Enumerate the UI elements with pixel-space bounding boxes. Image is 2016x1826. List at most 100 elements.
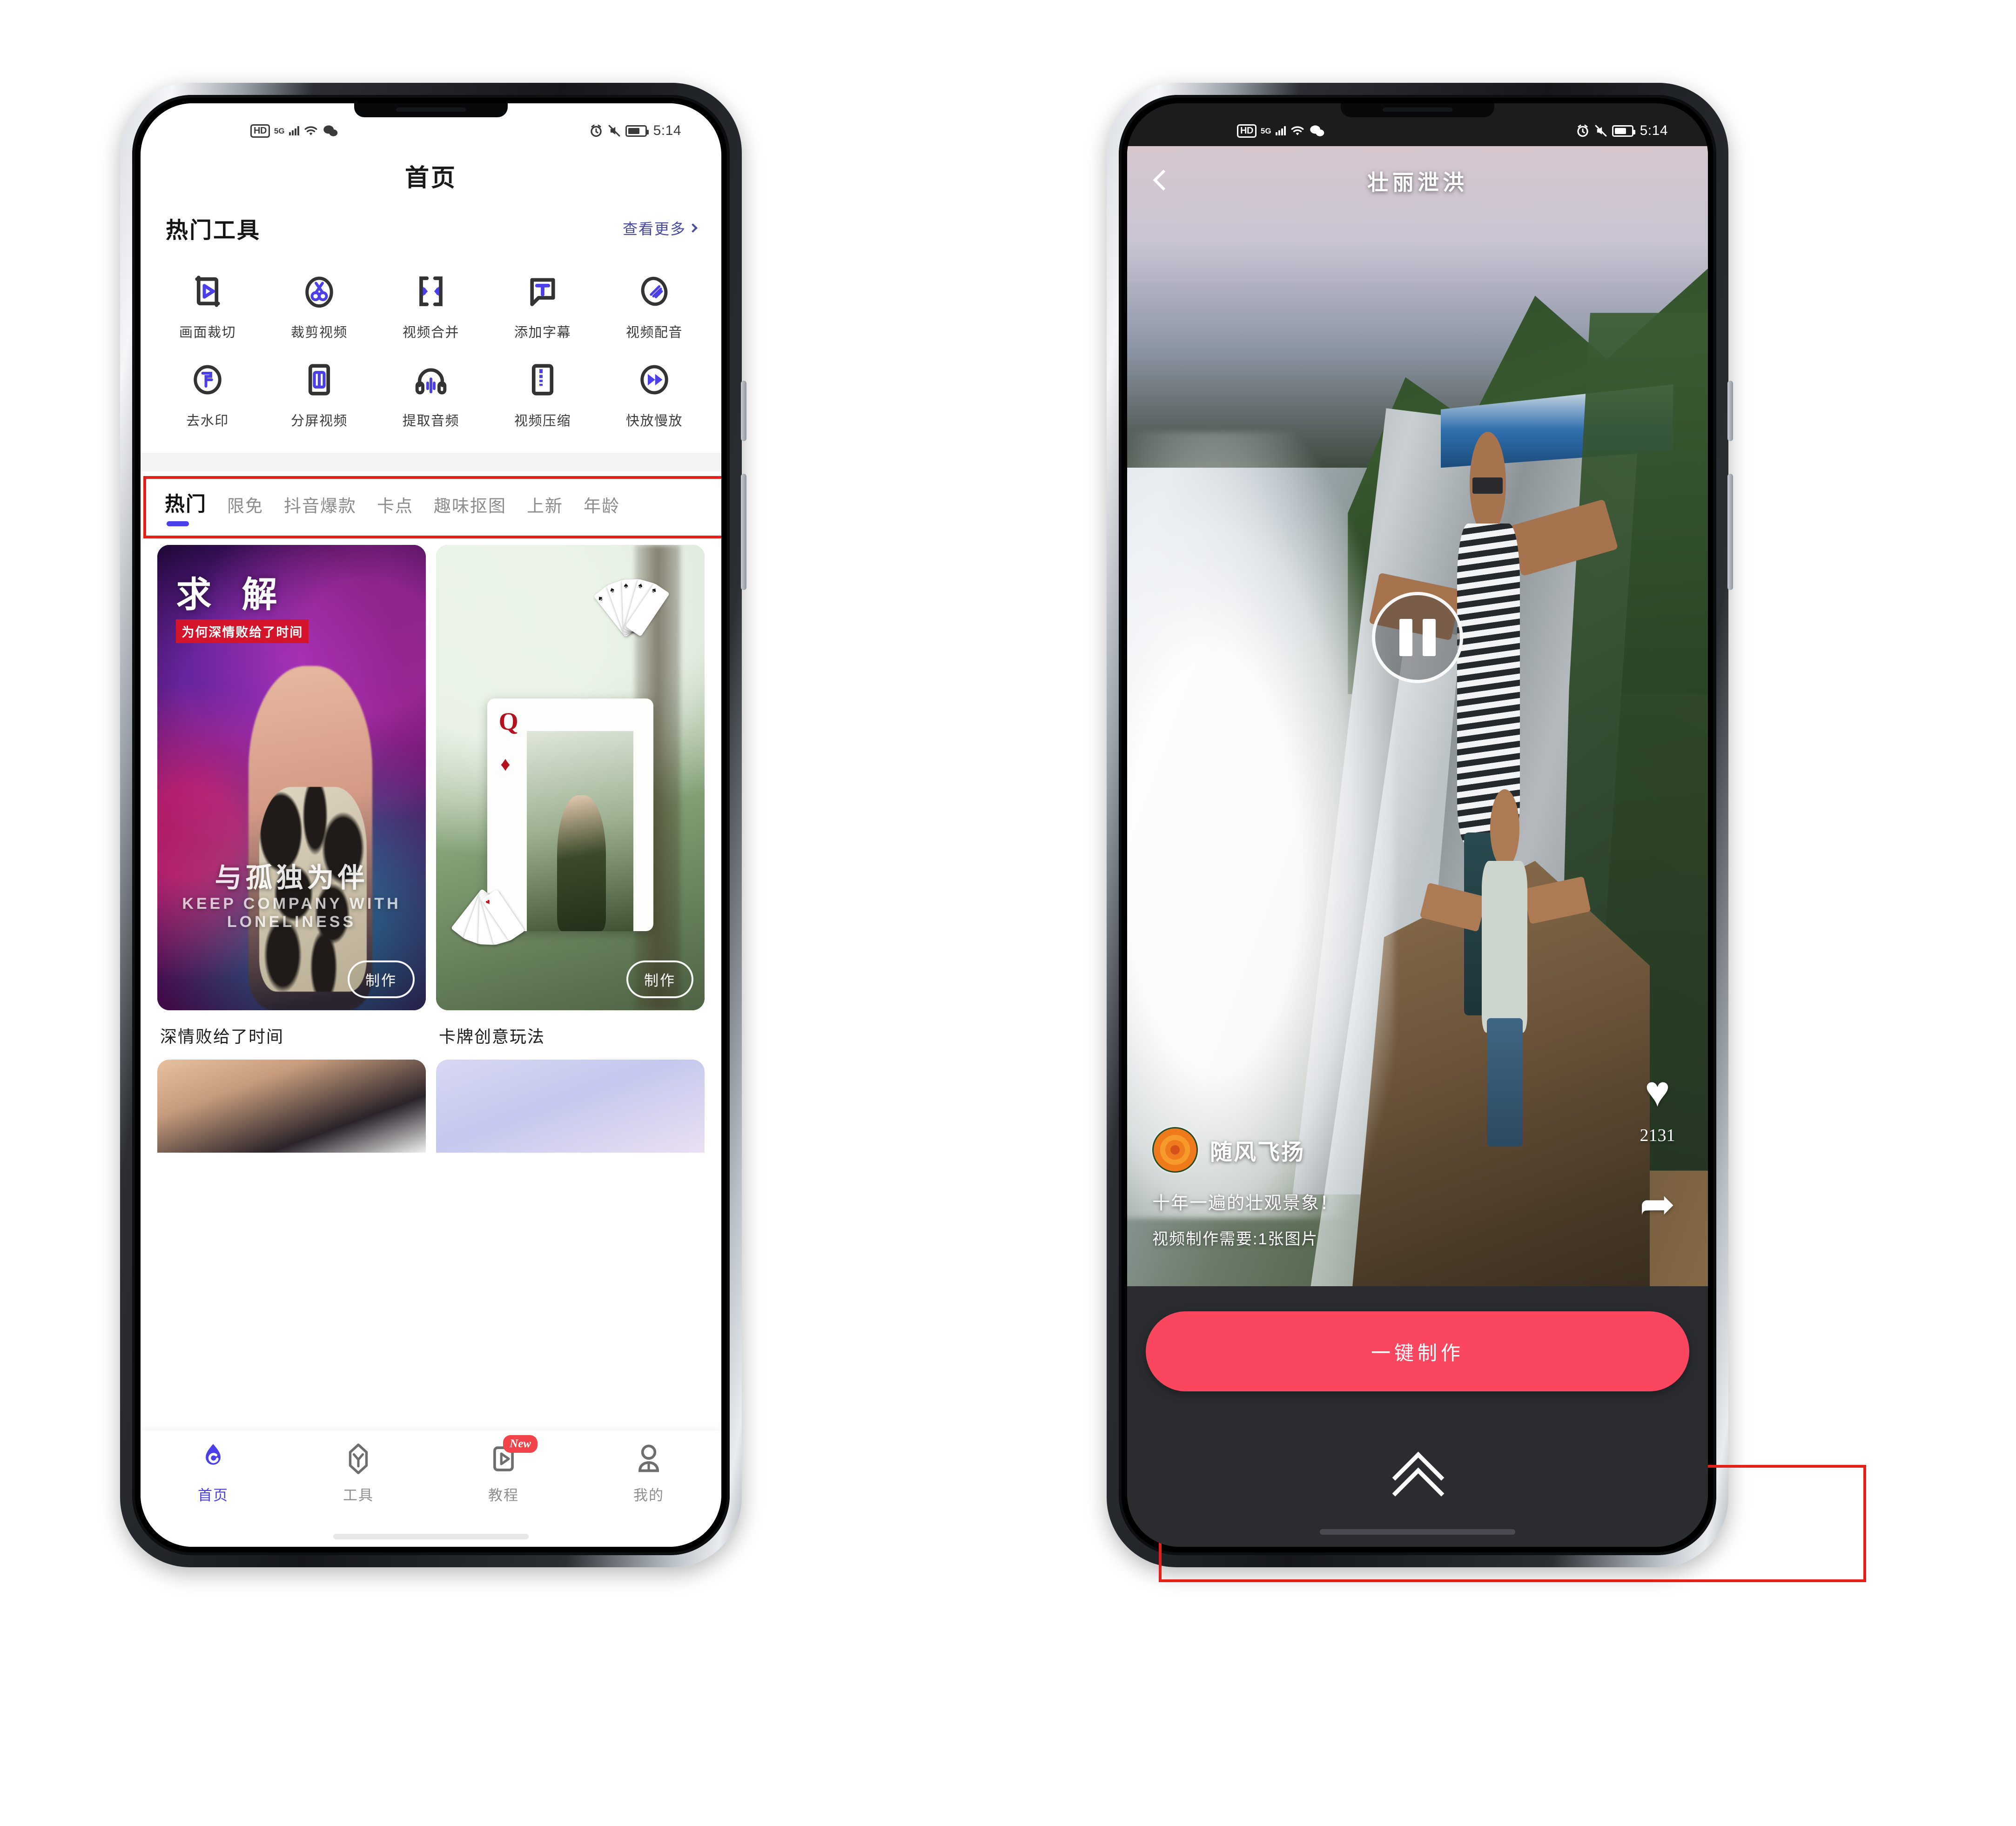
fast-forward-icon bbox=[632, 358, 676, 402]
mute-icon bbox=[1595, 125, 1607, 137]
nav-item-home[interactable]: 首页 bbox=[141, 1442, 286, 1504]
earpiece-speaker bbox=[396, 107, 466, 112]
scissors-icon bbox=[297, 269, 341, 313]
nav-label: 首页 bbox=[198, 1487, 228, 1504]
make-button[interactable]: 制作 bbox=[626, 960, 693, 998]
one-click-make-button[interactable]: 一键制作 bbox=[1146, 1311, 1689, 1391]
tab-free-limited[interactable]: 限免 bbox=[227, 492, 263, 526]
battery-icon bbox=[625, 125, 649, 137]
tab-douyin-hits[interactable]: 抖音爆款 bbox=[284, 492, 356, 526]
phone-bezel-right: HD 5G 5:14 壮丽泄洪 ♥ 2131 ➦ 随风飞扬 十年一遍的壮观景象！… bbox=[1119, 95, 1716, 1555]
heart-icon[interactable]: ♥ bbox=[1645, 1070, 1670, 1113]
hot-tools-header: 热门工具 查看更多 bbox=[141, 198, 721, 248]
network-type-icon: 5G bbox=[274, 126, 285, 135]
compress-icon bbox=[521, 358, 564, 402]
tool-label: 视频压缩 bbox=[514, 414, 571, 429]
mute-icon bbox=[608, 125, 620, 137]
tool-voice-over[interactable]: 视频配音 bbox=[598, 259, 710, 348]
pause-icon[interactable] bbox=[1372, 592, 1463, 683]
tool-speed-control[interactable]: 快放慢放 bbox=[598, 348, 710, 436]
page-title: 首页 bbox=[404, 165, 457, 192]
template-card[interactable]: 求 解 为何深情败给了时间 与孤独为伴 KEEP COMPANY WITH LO… bbox=[157, 545, 426, 1047]
video-info-block: 随风飞扬 十年一遍的壮观景象！ 视频制作需要:1张图片 bbox=[1152, 1127, 1338, 1249]
tab-new[interactable]: 上新 bbox=[527, 492, 563, 526]
tab-hot[interactable]: 热门 bbox=[165, 488, 207, 526]
power-button-right[interactable] bbox=[1727, 381, 1733, 441]
tab-age[interactable]: 年龄 bbox=[584, 492, 620, 526]
template-card[interactable]: Q ♦ bbox=[436, 545, 705, 1047]
merge-arrows-icon bbox=[409, 269, 453, 313]
template-thumbnail[interactable] bbox=[157, 1060, 426, 1153]
notch-left bbox=[354, 103, 508, 117]
section-heading: 热门工具 bbox=[166, 218, 261, 243]
phone-device-right: HD 5G 5:14 壮丽泄洪 ♥ 2131 ➦ 随风飞扬 十年一遍的壮观景象！… bbox=[1107, 83, 1733, 1567]
home-indicator bbox=[1320, 1529, 1515, 1535]
video-title: 壮丽泄洪 bbox=[1367, 170, 1468, 195]
view-more-link[interactable]: 查看更多 bbox=[622, 217, 698, 239]
section-divider-band bbox=[141, 453, 721, 471]
category-tabs-wrap: 热门 限免 抖音爆款 卡点 趣味抠图 上新 年龄 bbox=[141, 471, 721, 538]
alarm-icon bbox=[1577, 124, 1588, 137]
crop-frame-icon bbox=[186, 269, 229, 313]
tool-remove-watermark[interactable]: 去水印 bbox=[152, 348, 263, 436]
signal-icon bbox=[1275, 126, 1286, 135]
clock-label: 5:14 bbox=[653, 123, 681, 138]
tools-row-1: 画面裁切 裁剪视频 视频合并 添加字幕 视频配音 bbox=[152, 259, 710, 348]
hd-icon: HD bbox=[1237, 124, 1257, 138]
tools-grid: 画面裁切 裁剪视频 视频合并 添加字幕 视频配音 去水印 分屏视频 提取音频 视… bbox=[141, 248, 721, 453]
view-more-label: 查看更多 bbox=[622, 221, 686, 237]
remove-watermark-icon bbox=[186, 358, 229, 402]
clock-label: 5:14 bbox=[1640, 123, 1668, 138]
video-description: 十年一遍的壮观景象！ bbox=[1152, 1194, 1339, 1213]
volume-button-left[interactable] bbox=[741, 474, 746, 590]
subtitle-text-icon bbox=[521, 269, 564, 313]
author-row[interactable]: 随风飞扬 bbox=[1152, 1127, 1338, 1173]
video-player[interactable]: 壮丽泄洪 ♥ 2131 ➦ 随风飞扬 十年一遍的壮观景象！ 视频制作需要:1张图… bbox=[1127, 103, 1708, 1547]
tool-extract-audio[interactable]: 提取音频 bbox=[375, 348, 487, 436]
template-thumbnail[interactable]: Q ♦ bbox=[436, 545, 705, 1010]
tool-crop-frame[interactable]: 画面裁切 bbox=[152, 259, 263, 348]
volume-button-right[interactable] bbox=[1727, 474, 1733, 590]
nav-item-profile[interactable]: 我的 bbox=[576, 1442, 721, 1504]
battery-icon bbox=[1612, 125, 1635, 137]
home-pin-icon bbox=[196, 1442, 230, 1476]
share-arrow-icon[interactable]: ➦ bbox=[1640, 1183, 1675, 1226]
tool-label: 视频配音 bbox=[625, 325, 683, 340]
video-requirement: 视频制作需要:1张图片 bbox=[1152, 1230, 1318, 1248]
double-chevron-up-icon[interactable] bbox=[1390, 1450, 1445, 1497]
person-icon bbox=[632, 1442, 666, 1476]
wifi-icon bbox=[1291, 126, 1304, 135]
tool-split-screen[interactable]: 分屏视频 bbox=[263, 348, 375, 436]
tab-beat-sync[interactable]: 卡点 bbox=[377, 492, 413, 526]
tool-compress-video[interactable]: 视频压缩 bbox=[487, 348, 598, 436]
tool-merge-video[interactable]: 视频合并 bbox=[375, 259, 487, 348]
tool-label: 添加字幕 bbox=[514, 325, 571, 340]
card-rank-label: Q bbox=[498, 707, 518, 735]
tool-label: 裁剪视频 bbox=[290, 325, 348, 340]
tool-label: 分屏视频 bbox=[290, 414, 348, 429]
template-thumbnail[interactable] bbox=[436, 1060, 705, 1153]
video-bottom-bar: 一键制作 bbox=[1127, 1286, 1708, 1547]
tool-add-subtitle[interactable]: 添加字幕 bbox=[487, 259, 598, 348]
signal-icon bbox=[289, 126, 299, 135]
playing-cards-fan-top bbox=[581, 554, 699, 694]
thumbnail-subtitle-overlay: 为何深情败给了时间 bbox=[176, 619, 309, 643]
nav-item-tools[interactable]: 工具 bbox=[286, 1442, 431, 1504]
wechat-icon bbox=[1310, 125, 1324, 136]
person-child bbox=[1420, 789, 1591, 1147]
power-button-left[interactable] bbox=[741, 381, 746, 441]
tab-fun-cutout[interactable]: 趣味抠图 bbox=[434, 492, 506, 526]
tool-label: 快放慢放 bbox=[625, 414, 683, 429]
thumbnail-title-overlay: 求 解 bbox=[176, 575, 288, 615]
nav-item-tutorial[interactable]: New 教程 bbox=[431, 1435, 576, 1504]
tool-label: 画面裁切 bbox=[179, 325, 236, 340]
network-type-icon: 5G bbox=[1260, 126, 1271, 135]
playing-cards-fan-bottom bbox=[442, 880, 554, 1001]
make-button[interactable]: 制作 bbox=[348, 960, 415, 998]
tools-diamond-icon bbox=[341, 1442, 376, 1476]
template-thumbnail[interactable]: 求 解 为何深情败给了时间 与孤独为伴 KEEP COMPANY WITH LO… bbox=[157, 545, 426, 1010]
voice-over-icon bbox=[632, 269, 676, 313]
tool-label: 视频合并 bbox=[402, 325, 459, 340]
like-count-label: 2131 bbox=[1640, 1126, 1675, 1145]
tool-trim-video[interactable]: 裁剪视频 bbox=[263, 259, 375, 348]
